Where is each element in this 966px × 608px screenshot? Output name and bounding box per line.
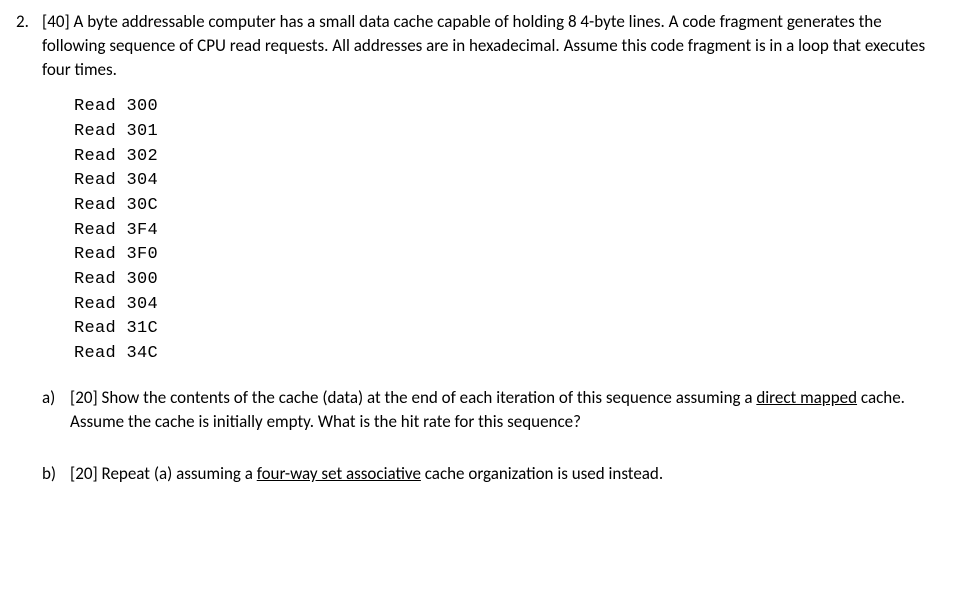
problem-intro-text: A byte addressable computer has a small … xyxy=(42,11,925,80)
read-line: Read 30C xyxy=(74,194,948,219)
read-line: Read 302 xyxy=(74,145,948,170)
subpart-a: a) [20] Show the contents of the cache (… xyxy=(42,386,948,434)
problem-intro: [40] A byte addressable computer has a s… xyxy=(42,10,948,81)
subpart-b: b) [20] Repeat (a) assuming a four-way s… xyxy=(42,462,948,486)
subpart-b-label: b) xyxy=(42,462,70,486)
subpart-a-underlined: direct mapped xyxy=(756,387,857,408)
problem-number: 2. xyxy=(12,10,42,34)
subpart-a-points: [20] xyxy=(70,387,98,408)
subpart-a-text-before: Show the contents of the cache (data) at… xyxy=(102,387,757,408)
read-line: Read 300 xyxy=(74,268,948,293)
read-line: Read 31C xyxy=(74,317,948,342)
problem-points: [40] xyxy=(42,11,70,32)
subpart-b-text-after: cache organization is used instead. xyxy=(421,463,663,484)
problem-container: 2. [40] A byte addressable computer has … xyxy=(12,10,948,514)
subpart-b-points: [20] xyxy=(70,463,98,484)
problem-body: [40] A byte addressable computer has a s… xyxy=(42,10,948,514)
read-line: Read 300 xyxy=(74,95,948,120)
read-line: Read 301 xyxy=(74,120,948,145)
read-line: Read 304 xyxy=(74,169,948,194)
subpart-a-body: [20] Show the contents of the cache (dat… xyxy=(70,386,948,434)
code-block: Read 300 Read 301 Read 302 Read 304 Read… xyxy=(74,95,948,366)
read-line: Read 304 xyxy=(74,293,948,318)
read-line: Read 3F0 xyxy=(74,243,948,268)
subpart-b-text-before: Repeat (a) assuming a xyxy=(102,463,257,484)
read-line: Read 3F4 xyxy=(74,219,948,244)
subpart-b-underlined: four-way set associative xyxy=(257,463,421,484)
subpart-a-label: a) xyxy=(42,386,70,410)
read-line: Read 34C xyxy=(74,342,948,367)
subpart-b-body: [20] Repeat (a) assuming a four-way set … xyxy=(70,462,948,486)
